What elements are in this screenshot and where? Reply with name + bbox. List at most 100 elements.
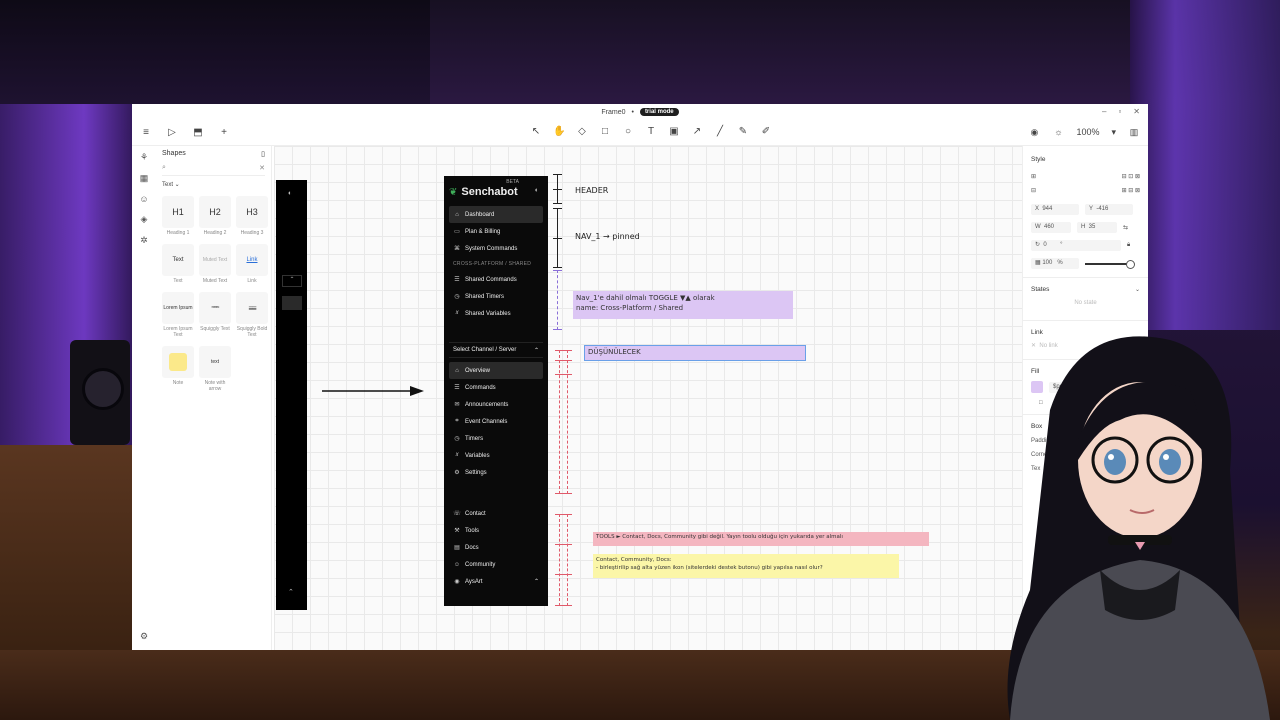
line-icon[interactable]: ╱ [714, 126, 726, 138]
terminal-icon: ⌘ [454, 246, 460, 252]
nav-item-event-channels: ⌗ Event Channels [449, 413, 543, 430]
menu-icon[interactable]: ≡ [140, 127, 152, 139]
rotation-row: ↻ 0 ° 🔒︎ [1031, 240, 1140, 251]
ruler-channel-2 [562, 350, 574, 494]
megaphone-icon: ✉ [454, 402, 460, 408]
nav1-label[interactable]: NAV_1 → pinned [575, 232, 640, 241]
distribute-icon[interactable]: ⊟ [1031, 187, 1036, 194]
toggle-note[interactable]: Nav_1'e dahil olmalı TOGGLE ▼▲ olarak na… [573, 291, 793, 319]
bottom-nav: ☏ Contact ⚒ Tools ▤ Docs ☺ Community ◉ AysArt… [449, 505, 543, 590]
contact-note[interactable]: Contact, Community, Docs: - birleştirili… [593, 554, 899, 578]
hand-icon[interactable]: ✋ [553, 126, 565, 138]
play-icon[interactable]: ▷ [166, 127, 178, 139]
eye-icon[interactable]: ◉ [1028, 126, 1040, 138]
channel-select: Select Channel / Server ⌃ [449, 342, 543, 358]
rotation-field[interactable]: ↻ 0 ° [1031, 240, 1121, 251]
pen-icon[interactable]: ✎ [737, 126, 749, 138]
nav-item-aysart: ◉ AysArt ⌃ [454, 578, 539, 586]
old-sidebar-mockup[interactable]: ◐ ⌃ ⌃ [276, 180, 307, 610]
ruler-cross [552, 270, 564, 330]
top-nav: ⌂ Dashboard ▭ Plan & Billing ⌘ System Comma… [449, 206, 543, 257]
home-icon: ⌂ [455, 211, 459, 218]
senchabot-sidebar-mockup[interactable]: ❦ Senchabot BETA ◐ ⌂ Dashboard ▭ Plan & Bi… [444, 176, 548, 606]
shape-tile[interactable]: Text Text [162, 244, 194, 284]
states-header[interactable]: States ⌄ [1031, 286, 1140, 293]
rectangle-icon[interactable]: □ [599, 126, 611, 138]
layers-tab-icon[interactable]: ◈ [141, 214, 148, 225]
panel-toggle-icon[interactable]: ▥ [1128, 126, 1140, 138]
shape-tile[interactable]: H3 Heading 3 [236, 196, 268, 236]
plugin-tab-icon[interactable]: ✲ [140, 235, 148, 246]
style-title: Style [1031, 156, 1046, 163]
eraser-icon[interactable]: ◇ [576, 126, 588, 138]
opacity-slider[interactable] [1085, 259, 1135, 269]
shapes-filter-select[interactable]: Text ⌄ [162, 181, 265, 188]
chevron-down-icon[interactable]: ▾ [1111, 127, 1116, 138]
lock-icon[interactable]: 🔒︎ [1127, 242, 1130, 249]
pointer-icon[interactable]: ↖ [530, 126, 542, 138]
opacity-row: ▦ 100 % [1031, 258, 1140, 269]
h-field[interactable]: H 35 [1077, 222, 1117, 233]
highlighter-icon[interactable]: ✐ [760, 126, 772, 138]
x-field[interactable]: X 944 [1031, 204, 1079, 215]
plus-icon[interactable]: + [218, 127, 230, 139]
shape-tile[interactable]: text Note with arrow [199, 346, 231, 392]
dusunulecek-note-selected[interactable]: DÜŞÜNÜLECEK [584, 345, 806, 361]
docs-icon: ▤ [454, 545, 460, 551]
emoji-tab-icon[interactable]: ☺ [139, 194, 148, 204]
nav-item-system-commands: ⌘ System Commands [454, 245, 518, 253]
y-field[interactable]: Y -416 [1085, 204, 1133, 215]
timer-icon: ◷ [454, 436, 460, 442]
minimize-icon[interactable]: – [1102, 107, 1106, 116]
opacity-field[interactable]: ▦ 100 % [1031, 258, 1079, 269]
clear-icon[interactable]: ✕ [259, 164, 265, 175]
nav-item-shared-variables: 𝑥 Shared Variables [449, 305, 543, 322]
unsaved-marker: • [631, 108, 634, 116]
maximize-icon[interactable]: ▫ [1118, 107, 1121, 116]
shapes-tab-icon[interactable]: ⚘ [140, 152, 148, 163]
community-icon: ☺ [453, 561, 461, 568]
shape-tile[interactable]: Note [162, 346, 194, 392]
arrow-icon[interactable]: ↗ [691, 126, 703, 138]
shapes-search-input[interactable]: ⌕ ✕ [162, 164, 265, 176]
states-empty: No state [1074, 300, 1097, 306]
shape-tile[interactable]: H2 Heading 2 [199, 196, 231, 236]
align-left-icon[interactable]: ⊞ [1031, 173, 1036, 180]
shape-tile[interactable]: H1 Heading 1 [162, 196, 194, 236]
sun-icon[interactable]: ☼ [1052, 126, 1064, 138]
align-row: ⊞ ⊟ ⊡ ⊠ [1031, 173, 1140, 180]
background-desk-left [0, 445, 132, 650]
tools-note[interactable]: TOOLS ► Contact, Docs, Community gibi de… [593, 532, 929, 546]
shape-tile[interactable]: Muted Text Muted Text [199, 244, 231, 284]
cube-icon[interactable]: ⬒ [192, 127, 204, 139]
nav-item-commands: ☰ Commands [454, 384, 496, 392]
grid-tab-icon[interactable]: ▦ [140, 173, 149, 184]
timer-icon: ◷ [454, 294, 460, 300]
w-field[interactable]: W 460 [1031, 222, 1071, 233]
search-icon: ⌕ [162, 164, 166, 171]
background-neon-right [1130, 0, 1280, 330]
shape-tile[interactable]: ≈≈≈ Squiggly Text [199, 292, 231, 338]
window-controls: – ▫ ✕ [1102, 107, 1140, 116]
align-center-icon[interactable]: ⊟ ⊡ ⊠ [1122, 173, 1140, 180]
text-icon[interactable]: T [645, 126, 657, 138]
header-label[interactable]: HEADER [575, 186, 608, 195]
shape-tile[interactable]: Link Link [236, 244, 268, 284]
ellipse-icon[interactable]: ○ [622, 126, 634, 138]
chevron-down-icon: ⌄ [1134, 287, 1140, 293]
nav-item-shared-timers: ◷ Shared Timers [454, 293, 505, 301]
flow-arrow[interactable] [322, 386, 424, 396]
zoom-level[interactable]: 100% [1076, 127, 1099, 137]
link-dimensions-icon[interactable]: ⇆ [1123, 224, 1128, 231]
moon-icon: ◐ [288, 190, 293, 197]
image-icon[interactable]: ▣ [668, 126, 680, 138]
book-icon[interactable]: ▯ [261, 150, 265, 158]
arrange-icon[interactable]: ⊞ ⊟ ⊠ [1122, 187, 1140, 194]
settings-icon[interactable]: ⚙ [140, 631, 148, 642]
nav-item-settings: ⚙ Settings [454, 469, 487, 477]
squiggly-bold-icon: ≡≡ [236, 292, 268, 324]
shape-tile[interactable]: ≡≡ Squiggly Bold Text [236, 292, 268, 338]
drawing-canvas[interactable]: ◐ ⌃ ⌃ ❦ Senchabot BETA ◐ ⌂ Dashboard ▭ Pla… [274, 146, 1022, 650]
shape-tile[interactable]: Lorem Ipsum Lorem Ipsum Text [162, 292, 194, 338]
close-icon[interactable]: ✕ [1133, 107, 1140, 116]
